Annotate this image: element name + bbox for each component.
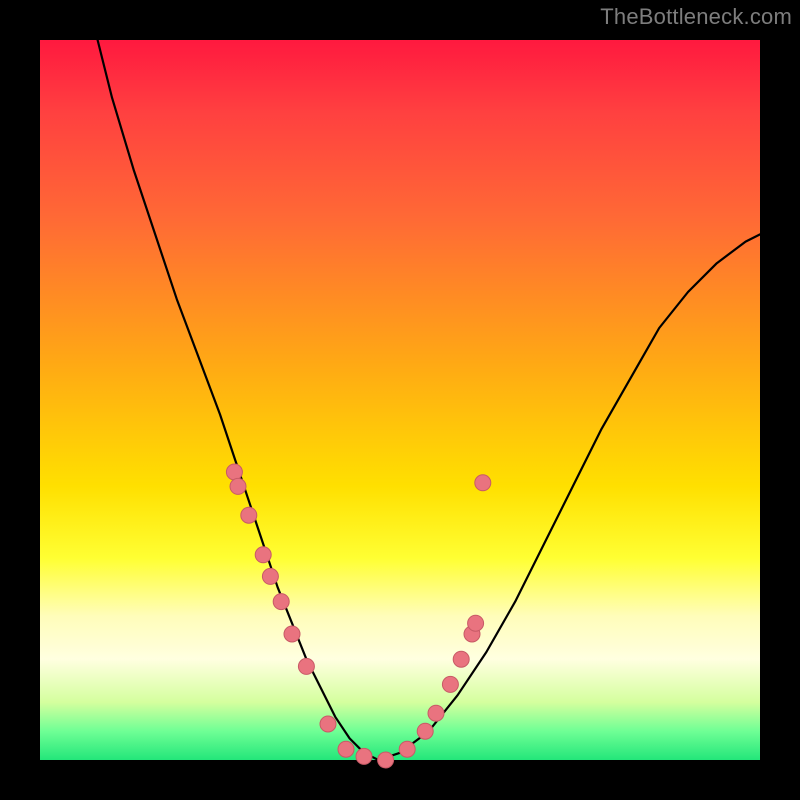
data-point bbox=[378, 752, 394, 768]
plot-area bbox=[40, 40, 760, 760]
data-point bbox=[262, 568, 278, 584]
data-point bbox=[356, 748, 372, 764]
data-point bbox=[417, 723, 433, 739]
watermark-text: TheBottleneck.com bbox=[600, 4, 792, 30]
data-point bbox=[428, 705, 444, 721]
data-point bbox=[399, 741, 415, 757]
highlighted-points bbox=[226, 464, 490, 768]
data-point bbox=[226, 464, 242, 480]
data-point bbox=[320, 716, 336, 732]
data-point bbox=[255, 547, 271, 563]
data-point bbox=[453, 651, 469, 667]
curve-svg bbox=[40, 40, 760, 760]
data-point bbox=[475, 475, 491, 491]
data-point bbox=[468, 615, 484, 631]
data-point bbox=[230, 478, 246, 494]
data-point bbox=[273, 594, 289, 610]
chart-frame: TheBottleneck.com bbox=[0, 0, 800, 800]
data-point bbox=[284, 626, 300, 642]
data-point bbox=[298, 658, 314, 674]
data-point bbox=[241, 507, 257, 523]
data-point bbox=[338, 741, 354, 757]
bottleneck-curve bbox=[98, 40, 760, 760]
data-point bbox=[442, 676, 458, 692]
